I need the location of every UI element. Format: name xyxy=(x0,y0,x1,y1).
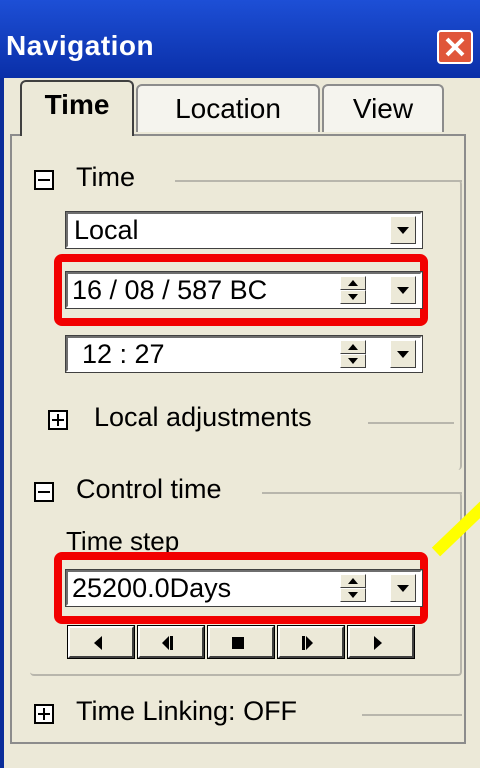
time-spinner[interactable] xyxy=(340,340,366,368)
time-step-value: 25200.0Days xyxy=(72,573,232,603)
control-group-header: Control time xyxy=(72,474,226,505)
time-group-header: Time xyxy=(72,162,139,193)
control-group-line xyxy=(262,492,462,494)
date-field[interactable]: 16 / 08 / 587 BC xyxy=(65,271,423,309)
step-backward-button[interactable] xyxy=(137,625,205,659)
step-backward-icon xyxy=(162,636,173,650)
tab-time[interactable]: Time xyxy=(20,80,134,136)
time-group-line xyxy=(175,180,462,182)
time-linking-toggle[interactable] xyxy=(34,704,54,724)
time-step-spinner[interactable] xyxy=(340,574,366,602)
time-step-down-arrow-icon[interactable] xyxy=(340,588,366,602)
tab-location[interactable]: Location xyxy=(136,84,320,132)
play-backward-button[interactable] xyxy=(67,625,135,659)
date-down-arrow-icon[interactable] xyxy=(340,290,366,304)
time-linking-line xyxy=(362,714,462,716)
time-mode-value: Local xyxy=(74,215,139,245)
local-adjustments-toggle[interactable] xyxy=(48,410,68,430)
tab-view[interactable]: View xyxy=(322,84,444,132)
step-forward-icon xyxy=(302,636,313,650)
title-bar: Navigation xyxy=(0,0,480,78)
stop-icon xyxy=(232,637,244,649)
annotation-arrow xyxy=(431,501,480,557)
time-linking-label: Time Linking: OFF xyxy=(72,696,302,727)
play-forward-button[interactable] xyxy=(347,625,415,659)
close-button[interactable] xyxy=(437,30,473,64)
step-forward-button[interactable] xyxy=(277,625,345,659)
time-dropdown-button[interactable] xyxy=(390,340,416,368)
time-collapse-toggle[interactable] xyxy=(34,170,54,190)
stop-button[interactable] xyxy=(207,625,275,659)
date-spinner[interactable] xyxy=(340,276,366,304)
local-adjustments-label: Local adjustments xyxy=(90,402,316,433)
date-dropdown-button[interactable] xyxy=(390,276,416,304)
time-step-up-arrow-icon[interactable] xyxy=(340,574,366,588)
time-value: 12 : 27 xyxy=(82,339,165,369)
control-collapse-toggle[interactable] xyxy=(34,482,54,502)
time-up-arrow-icon[interactable] xyxy=(340,340,366,354)
time-step-field[interactable]: 25200.0Days xyxy=(65,569,423,607)
date-up-arrow-icon[interactable] xyxy=(340,276,366,290)
date-value: 16 / 08 / 587 BC xyxy=(72,275,268,305)
time-down-arrow-icon[interactable] xyxy=(340,354,366,368)
time-mode-select[interactable]: Local xyxy=(65,211,423,249)
time-field[interactable]: 12 : 27 xyxy=(65,335,423,373)
local-adjust-line xyxy=(368,422,454,424)
time-step-dropdown-button[interactable] xyxy=(390,574,416,602)
play-backward-icon xyxy=(94,636,102,650)
close-icon xyxy=(445,37,465,57)
play-forward-icon xyxy=(374,636,382,650)
window-title: Navigation xyxy=(6,30,155,61)
time-mode-dropdown-button[interactable] xyxy=(390,216,416,244)
